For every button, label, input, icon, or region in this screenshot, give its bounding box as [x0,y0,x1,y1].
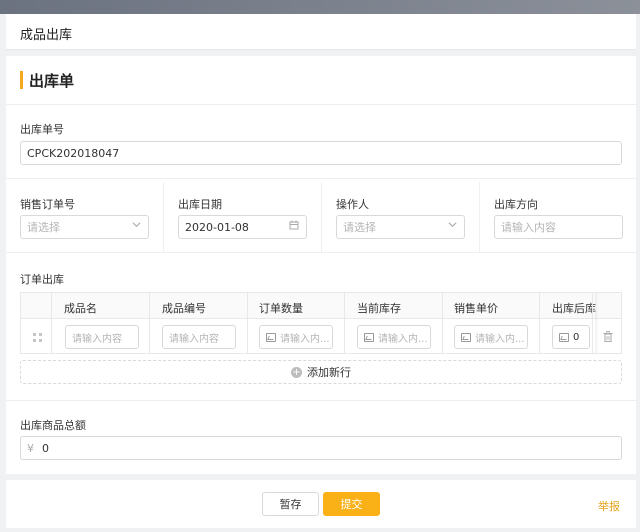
footer-bar: 暂存 提交 举报 [6,480,636,528]
out-date-picker[interactable]: 2020-01-08 [178,215,307,239]
total-amount-input[interactable]: ¥ 0 [20,436,622,460]
cell-placeholder: 请输入内... [378,333,428,345]
direction-placeholder: 请输入内容 [501,221,556,234]
product-code-input[interactable]: 请输入内容 [162,325,236,349]
column-divider [163,182,164,252]
fixed-column-shadow [595,293,599,353]
chevron-down-icon [132,220,141,232]
sales-order-placeholder: 请选择 [27,221,60,234]
total-label: 出库商品总额 [20,419,86,432]
column-line [592,293,593,353]
column-line [149,293,150,353]
column-divider [479,182,480,252]
column-line [344,293,345,353]
column-header: 成品名 [64,302,97,315]
divider [6,178,636,179]
section-title: 出库单 [20,70,74,90]
column-divider [321,182,322,252]
order-qty-input[interactable]: 请输入内... [259,325,333,349]
order-no-input[interactable]: CPCK202018047 [20,141,622,165]
section-accent-bar [20,71,23,89]
divider [6,252,636,253]
cell-placeholder: 请输入内... [280,333,330,345]
out-date-label: 出库日期 [178,198,222,211]
form-card: 出库单 出库单号 CPCK202018047 销售订单号 请选择 出库日期 20… [6,56,636,474]
column-line [539,293,540,353]
column-line [247,293,248,353]
operator-select[interactable]: 请选择 [336,215,465,239]
submit-button[interactable]: 提交 [323,492,380,516]
sales-order-select[interactable]: 请选择 [20,215,149,239]
current-stock-input[interactable]: 请输入内... [357,325,431,349]
page-title: 成品出库 [20,28,73,43]
operator-placeholder: 请选择 [343,221,376,234]
direction-label: 出库方向 [494,198,538,211]
page-header: 成品出库 [6,14,636,50]
plus-circle-icon: + [291,366,302,378]
image-icon [461,332,471,342]
report-link[interactable]: 举报 [598,498,620,514]
column-line [51,293,52,353]
trash-icon[interactable] [603,331,613,345]
chevron-down-icon [448,220,457,232]
currency-symbol: ¥ [27,441,34,455]
column-header: 销售单价 [454,302,498,315]
cell-placeholder: 请输入内... [475,333,525,345]
image-icon [266,332,276,342]
add-row-button[interactable]: + 添加新行 [20,360,622,384]
order-no-label: 出库单号 [20,123,64,136]
drag-handle-icon[interactable] [33,333,42,342]
out-date-value: 2020-01-08 [185,220,249,234]
column-header: 成品编号 [162,302,206,315]
calendar-icon [289,220,299,233]
window-top-bar [0,0,640,14]
section-title-text: 出库单 [29,71,75,90]
image-icon [559,332,569,342]
add-row-label: 添加新行 [307,366,351,379]
divider [6,400,636,401]
column-header: 当前库存 [357,302,401,315]
product-name-input[interactable]: 请输入内容 [65,325,139,349]
column-line [442,293,443,353]
divider [6,104,636,105]
order-table: 成品名 成品编号 订单数量 当前库存 销售单价 出库后库 请输入内容 请输入内容… [20,292,622,354]
sales-order-label: 销售订单号 [20,198,75,211]
order-out-label: 订单出库 [20,273,64,286]
total-amount-value: 0 [42,441,49,455]
after-stock-value: 0 [573,331,580,343]
order-no-value: CPCK202018047 [27,146,120,160]
save-draft-button[interactable]: 暂存 [262,492,319,516]
column-header: 出库后库 [552,302,596,315]
operator-label: 操作人 [336,198,369,211]
cell-placeholder: 请输入内容 [72,333,122,345]
table-header: 成品名 成品编号 订单数量 当前库存 销售单价 出库后库 [21,293,621,319]
cell-placeholder: 请输入内容 [169,333,219,345]
column-header: 订单数量 [259,302,303,315]
direction-input[interactable]: 请输入内容 [494,215,623,239]
sale-price-input[interactable]: 请输入内... [454,325,528,349]
after-stock-input[interactable]: 0 [552,325,590,349]
image-icon [364,332,374,342]
